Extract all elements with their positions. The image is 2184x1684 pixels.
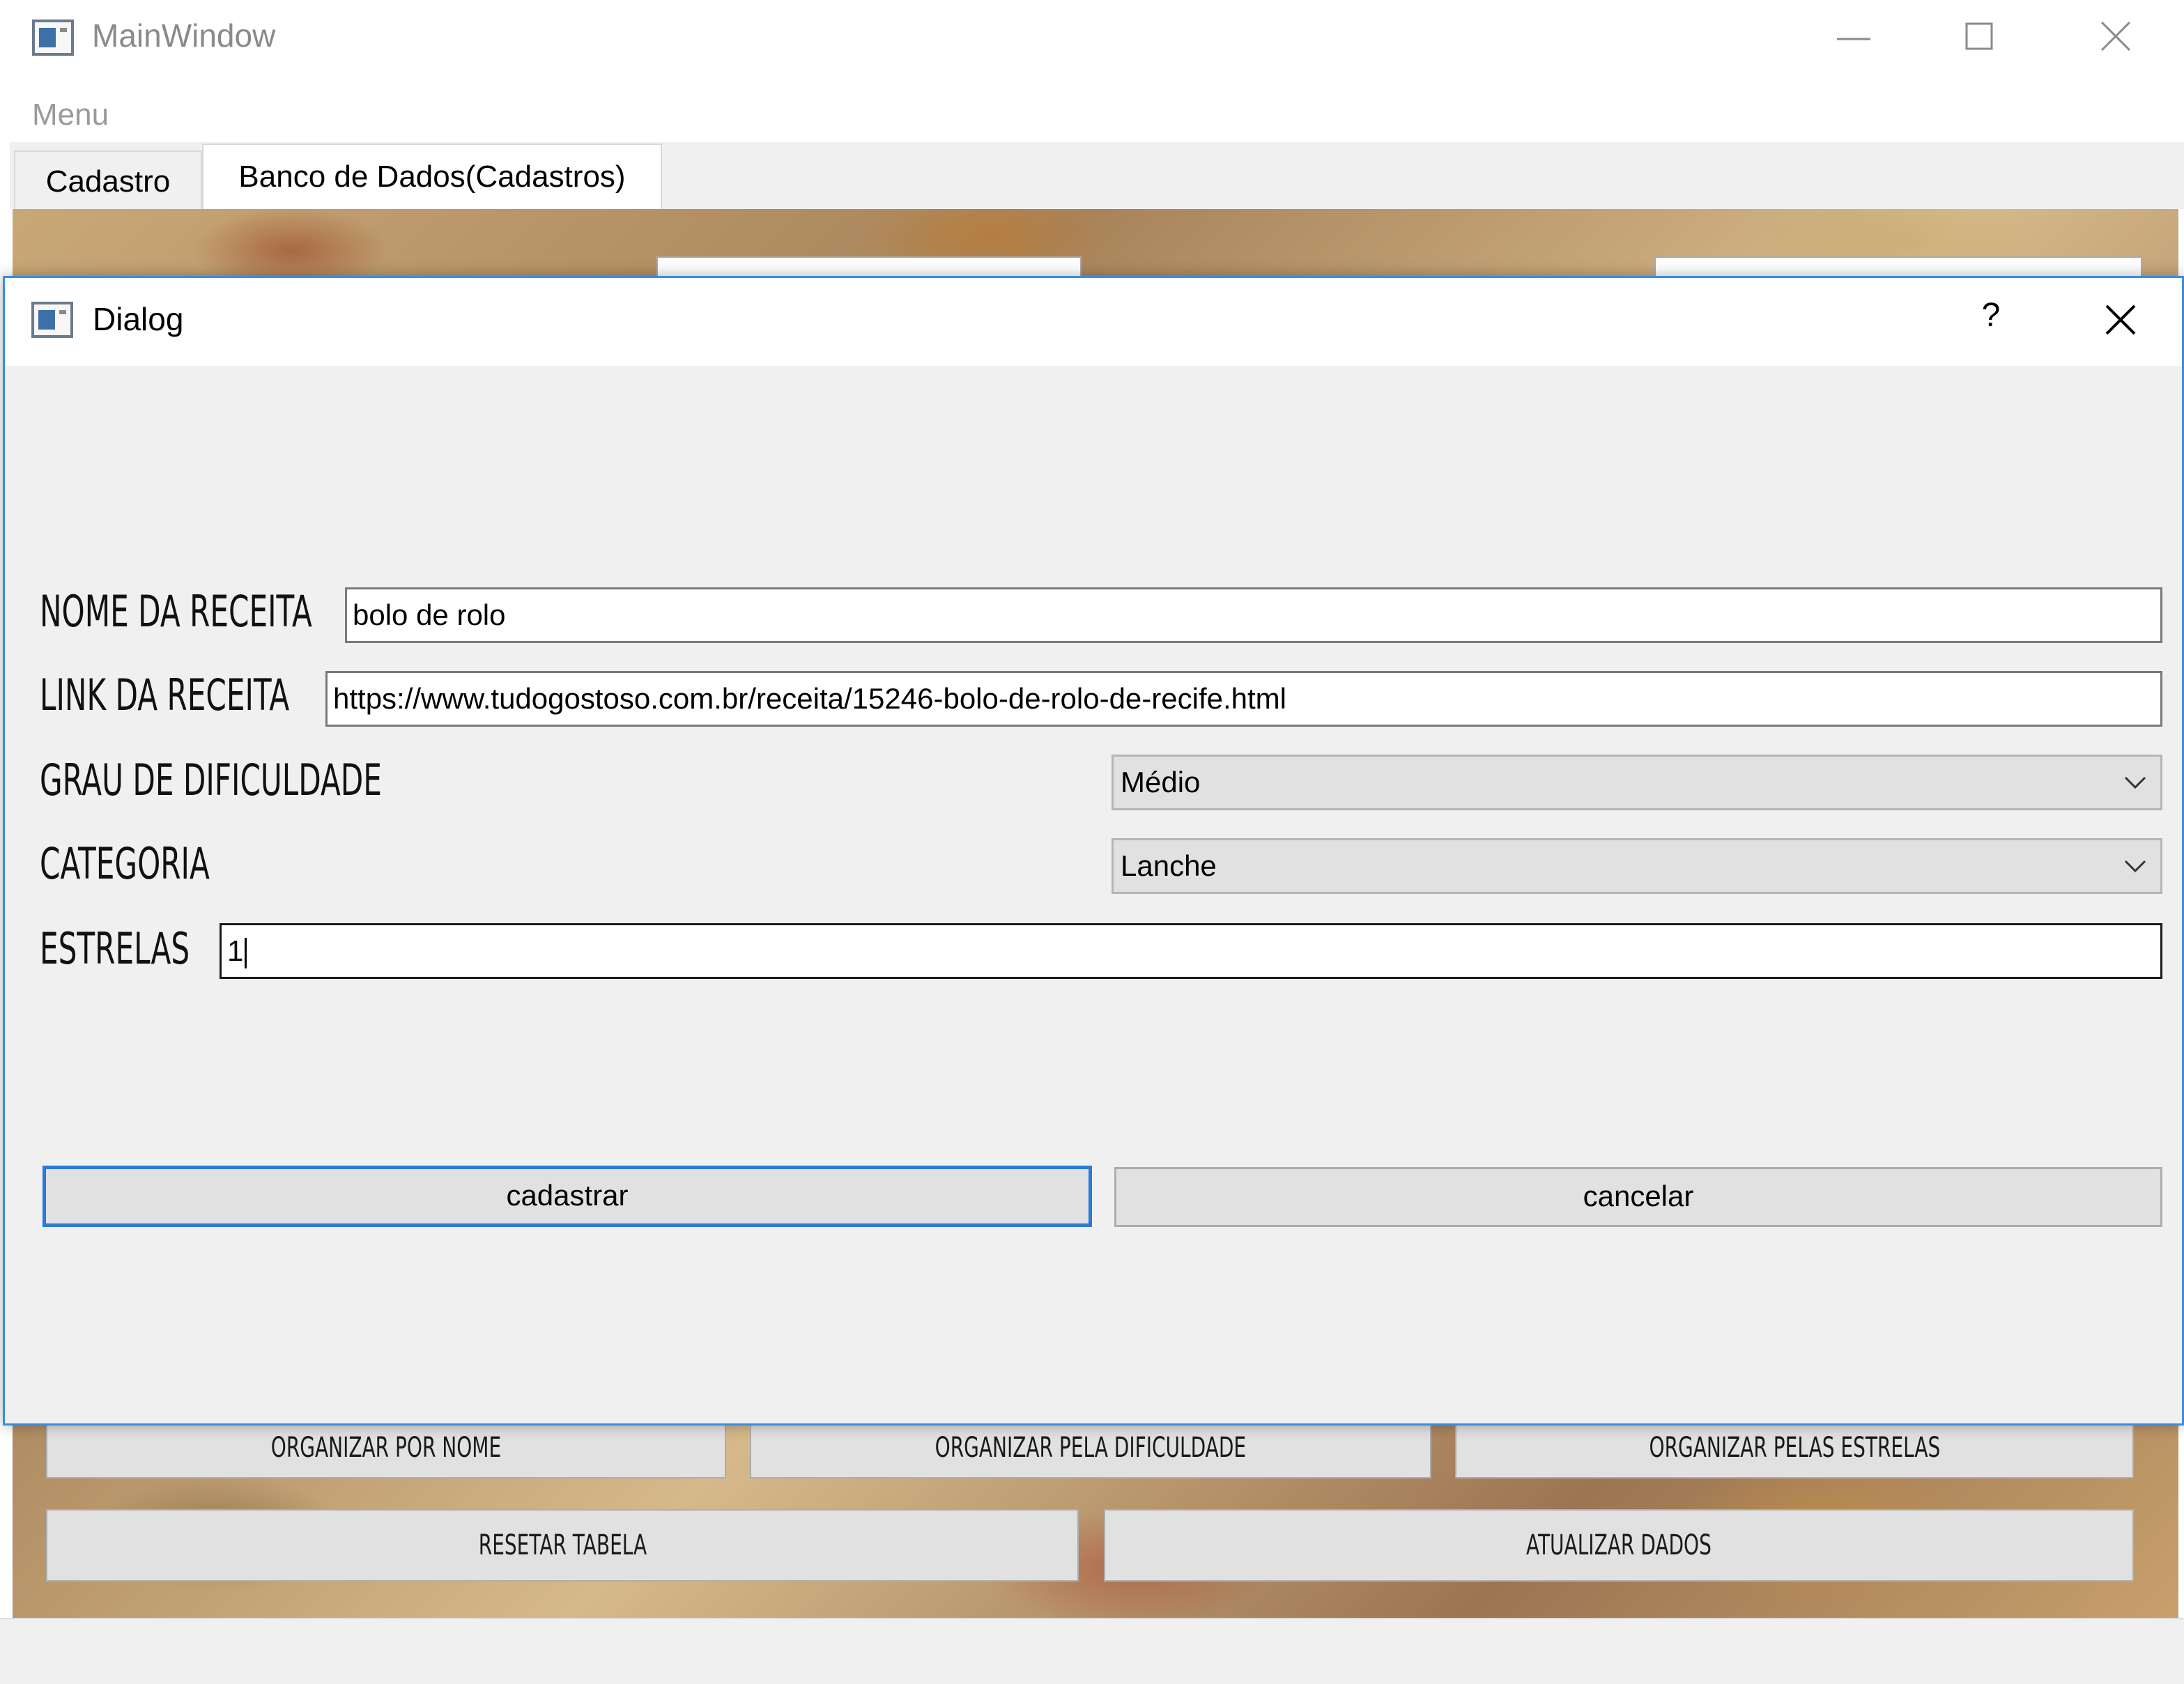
chevron-down-icon: [2121, 757, 2149, 825]
organizar-por-nome-button[interactable]: ORGANIZAR POR NOME: [46, 1421, 726, 1478]
link-receita-label: LINK DA RECEITA: [40, 670, 290, 720]
main-window-title: MainWindow: [92, 17, 276, 54]
grau-dificuldade-select[interactable]: Médio: [1112, 755, 2162, 810]
partial-stat-label-1: [42, 258, 648, 276]
status-bar: [0, 1618, 2184, 1684]
dialog-titlebar: Dialog ?: [5, 278, 2182, 366]
chevron-down-icon: [2121, 840, 2149, 909]
categoria-select[interactable]: Lanche: [1112, 838, 2162, 894]
menubar: [0, 77, 2184, 144]
organizar-por-nome-label: ORGANIZAR POR NOME: [270, 1432, 502, 1464]
nome-receita-input[interactable]: bolo de rolo: [345, 587, 2162, 643]
text-caret: [245, 937, 247, 968]
help-icon[interactable]: ?: [1970, 296, 2012, 345]
organizar-pelas-estrelas-label: ORGANIZAR PELAS ESTRELAS: [1649, 1432, 1940, 1464]
grau-dificuldade-value: Médio: [1121, 766, 1201, 798]
nome-receita-label: NOME DA RECEITA: [40, 586, 312, 637]
categoria-label: CATEGORIA: [40, 838, 210, 889]
atualizar-dados-button[interactable]: ATUALIZAR DADOS: [1104, 1509, 2134, 1582]
dialog-window: Dialog ? NOME DA RECEITA bolo de rolo LI…: [3, 276, 2184, 1426]
cancelar-button[interactable]: cancelar: [1114, 1167, 2162, 1227]
dialog-title: Dialog: [93, 301, 184, 337]
resetar-tabela-label: RESETAR TABELA: [478, 1529, 647, 1561]
tab-cadastro[interactable]: Cadastro: [14, 150, 202, 210]
estrelas-value: 1: [227, 934, 244, 967]
app-window-icon: [32, 20, 74, 56]
organizar-pela-dificuldade-label: ORGANIZAR PELA DIFICULDADE: [935, 1432, 1247, 1464]
estrelas-label: ESTRELAS: [40, 923, 190, 974]
cadastrar-button[interactable]: cadastrar: [43, 1166, 1092, 1227]
estrelas-input[interactable]: 1: [220, 923, 2162, 979]
grau-dificuldade-label: GRAU DE DIFICULDADE: [40, 755, 382, 805]
close-icon[interactable]: [2088, 15, 2144, 57]
close-icon[interactable]: [2093, 298, 2148, 343]
main-titlebar: MainWindow: [0, 0, 2184, 77]
link-receita-input[interactable]: https://www.tudogostoso.com.br/receita/1…: [325, 671, 2162, 727]
minimize-icon[interactable]: [1826, 15, 1882, 57]
organizar-pelas-estrelas-button[interactable]: ORGANIZAR PELAS ESTRELAS: [1455, 1421, 2134, 1478]
tab-banco-de-dados[interactable]: Banco de Dados(Cadastros): [202, 144, 662, 210]
categoria-value: Lanche: [1121, 849, 1217, 882]
maximize-icon[interactable]: [1951, 15, 2007, 57]
resetar-tabela-button[interactable]: RESETAR TABELA: [46, 1509, 1079, 1582]
atualizar-dados-label: ATUALIZAR DADOS: [1526, 1529, 1712, 1561]
menu-item-menu[interactable]: Menu: [32, 98, 109, 132]
dialog-window-icon: [31, 302, 73, 338]
organizar-pela-dificuldade-button[interactable]: ORGANIZAR PELA DIFICULDADE: [750, 1421, 1431, 1478]
